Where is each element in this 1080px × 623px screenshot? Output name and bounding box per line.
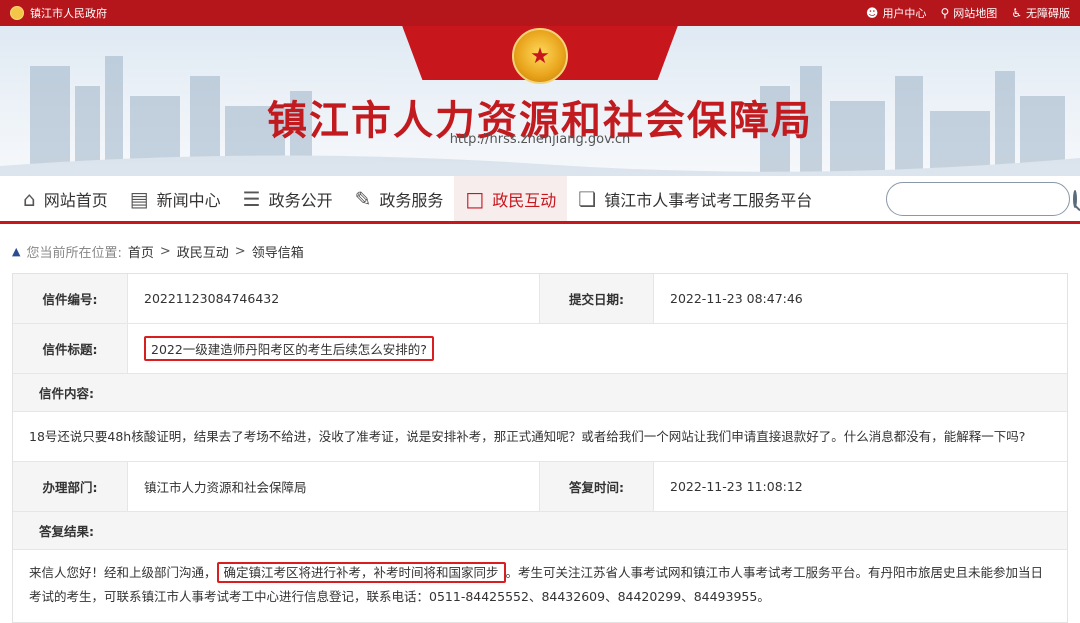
top-links: ☻ 用户中心 ⚲ 网站地图 ♿ 无障碍版: [866, 5, 1070, 21]
main-nav: ⌂ 网站首页 ▤ 新闻中心 ☰ 政务公开 ✎ 政务服务 □ 政民互动 ❏ 镇江市…: [0, 176, 1080, 224]
subject-value: 2022一级建造师丹阳考区的考生后续怎么安排的?: [144, 336, 434, 361]
reply-highlight: 确定镇江考区将进行补考，补考时间将和国家同步: [216, 562, 506, 583]
dept-value: 镇江市人力资源和社会保障局: [127, 462, 540, 511]
nav-item-gov-services[interactable]: ✎ 政务服务: [344, 176, 455, 221]
header-banner: ★ 镇江市人力资源和社会保障局 http://hrss.zhenjiang.go…: [0, 26, 1080, 176]
home-icon: ⌂: [23, 186, 36, 211]
user-center-label: 用户中心: [882, 7, 927, 20]
accessibility-label: 无障碍版: [1026, 7, 1070, 20]
breadcrumb-prefix: 您当前所在位置:: [26, 246, 122, 261]
breadcrumb-separator: >: [234, 244, 246, 259]
national-emblem-icon: ★: [512, 28, 568, 84]
user-icon: ☻: [865, 6, 879, 20]
edit-document-icon: ✎: [354, 186, 372, 211]
breadcrumb: ▲ 您当前所在位置: 首页 > 政民互动 > 领导信箱: [12, 242, 304, 261]
submit-date-label: 提交日期:: [540, 274, 654, 323]
location-pin-icon: ⚲: [940, 6, 950, 20]
national-emblem-icon: [10, 6, 24, 20]
content-value: 18号还说只要48h核酸证明，结果去了考场不给进，没收了准考证，说是安排补考，那…: [29, 428, 1026, 444]
site-map-link[interactable]: ⚲ 网站地图: [940, 5, 997, 21]
window-icon: ❏: [578, 186, 597, 211]
breadcrumb-separator: >: [159, 244, 171, 259]
breadcrumb-interaction[interactable]: 政民互动: [177, 242, 229, 261]
search-icon[interactable]: [1073, 189, 1077, 208]
nav-item-label: 网站首页: [43, 190, 108, 210]
reply-text-part1: 来信人您好！经和上级部门沟通，: [29, 565, 217, 580]
table-row: 信件内容:: [13, 374, 1067, 412]
reply-label: 答复结果:: [13, 512, 1067, 549]
subject-cell: 2022一级建造师丹阳考区的考生后续怎么安排的?: [127, 324, 1067, 373]
gov-link[interactable]: 镇江市人民政府: [10, 5, 107, 21]
search-input[interactable]: [897, 191, 1073, 206]
gov-label: 镇江市人民政府: [30, 7, 107, 20]
news-icon: ▤: [129, 186, 149, 211]
letter-id-label: 信件编号:: [13, 274, 127, 323]
reply-content: 来信人您好！经和上级部门沟通， 确定镇江考区将进行补考，补考时间将和国家同步 。考生…: [13, 550, 1067, 622]
user-center-link[interactable]: ☻ 用户中心: [866, 5, 927, 21]
reply-time-label: 答复时间:: [540, 462, 654, 511]
breadcrumb-home[interactable]: 首页: [128, 242, 154, 261]
nav-item-exam-platform[interactable]: ❏ 镇江市人事考试考工服务平台: [567, 176, 823, 221]
home-icon: ▲: [12, 245, 21, 258]
content-label: 信件内容:: [13, 374, 1067, 411]
site-url: http://hrss.zhenjiang.gov.cn: [449, 132, 631, 147]
nav-item-label: 镇江市人事考试考工服务平台: [604, 190, 813, 210]
dept-label: 办理部门:: [13, 462, 127, 511]
layers-icon: ☰: [242, 186, 261, 211]
table-row: 办理部门: 镇江市人力资源和社会保障局 答复时间: 2022-11-23 11:…: [13, 462, 1067, 512]
nav-item-label: 政务公开: [268, 190, 333, 210]
table-row: 18号还说只要48h核酸证明，结果去了考场不给进，没收了准考证，说是安排补考，那…: [13, 412, 1067, 462]
nav-item-label: 政务服务: [379, 190, 444, 210]
search-box: [886, 181, 1077, 216]
letter-id-value: 20221123084746432: [127, 274, 540, 323]
table-row: 信件编号: 20221123084746432 提交日期: 2022-11-23…: [13, 274, 1067, 324]
nav-item-label: 新闻中心: [156, 190, 221, 210]
accessibility-link[interactable]: ♿ 无障碍版: [1011, 5, 1070, 21]
nav-item-label: 政民互动: [492, 190, 557, 210]
submit-date-value: 2022-11-23 08:47:46: [670, 291, 803, 306]
nav-item-gov-affairs[interactable]: ☰ 政务公开: [232, 176, 344, 221]
subject-label: 信件标题:: [13, 324, 127, 373]
table-row: 信件标题: 2022一级建造师丹阳考区的考生后续怎么安排的?: [13, 324, 1067, 374]
nav-item-home[interactable]: ⌂ 网站首页: [12, 176, 119, 221]
accessibility-icon: ♿: [1011, 6, 1022, 20]
nav-item-interaction[interactable]: □ 政民互动: [454, 176, 568, 221]
nav-item-news[interactable]: ▤ 新闻中心: [119, 176, 232, 221]
chat-icon: □: [465, 186, 485, 211]
breadcrumb-mailbox[interactable]: 领导信箱: [252, 242, 304, 261]
table-row: 来信人您好！经和上级部门沟通， 确定镇江考区将进行补考，补考时间将和国家同步 。考生…: [13, 550, 1067, 622]
letter-table: 信件编号: 20221123084746432 提交日期: 2022-11-23…: [12, 273, 1068, 623]
table-row: 答复结果:: [13, 512, 1067, 550]
top-bar: 镇江市人民政府 ☻ 用户中心 ⚲ 网站地图 ♿ 无障碍版: [0, 0, 1080, 26]
reply-time-value: 2022-11-23 11:08:12: [670, 479, 803, 494]
site-map-label: 网站地图: [953, 7, 998, 20]
